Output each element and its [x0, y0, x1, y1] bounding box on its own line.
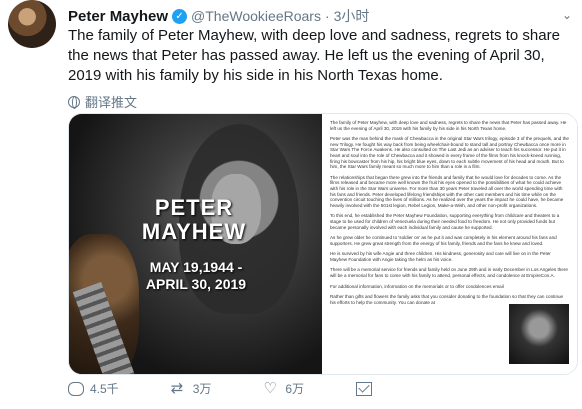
statement-document-image[interactable]: The family of Peter Mayhew, with deep lo…: [321, 114, 577, 374]
doc-paragraph: The relationships that began there grew …: [329, 174, 564, 208]
verified-badge-icon: ✓: [172, 8, 188, 24]
doc-paragraph: The family of Peter Mayhew, with deep lo…: [329, 120, 567, 131]
doc-photo: [509, 304, 569, 364]
translate-label: 翻译推文: [85, 95, 138, 110]
poster-title: PETER MAYHEW: [141, 195, 247, 244]
author-handle[interactable]: @TheWookieeRoars: [191, 8, 321, 24]
reply-icon: [68, 381, 84, 396]
doc-paragraph: To this end, he established the Peter Ma…: [329, 213, 560, 230]
author-avatar[interactable]: [8, 0, 56, 48]
poster-dates: MAY 19,1944 - APRIL 30, 2019: [145, 259, 247, 292]
tweet-media[interactable]: PETER MAYHEW MAY 19,1944 - APRIL 30, 201…: [68, 113, 578, 375]
caret-down-icon[interactable]: ⌄: [562, 8, 572, 22]
like-count: 6万: [285, 382, 305, 396]
tweet-text: The family of Peter Mayhew, with deep lo…: [68, 27, 560, 84]
doc-paragraph: There will be a memorial service for fri…: [329, 267, 568, 279]
reply-count: 4.5千: [90, 382, 119, 396]
tweet-timestamp[interactable]: 3小时: [334, 6, 370, 26]
tweet-header: Peter Mayhew ✓ @TheWookieeRoars · 3小时: [68, 6, 369, 26]
tweet-actions: 4.5千 3万 6万: [68, 379, 424, 397]
like-icon: [263, 379, 279, 397]
translate-tweet-link[interactable]: 翻译推文: [68, 92, 137, 111]
doc-paragraph: He is survived by his wife Angie and thr…: [329, 251, 551, 262]
direct-message-icon: [356, 381, 373, 396]
retweet-icon: [171, 379, 187, 397]
memorial-poster-image[interactable]: PETER MAYHEW MAY 19,1944 - APRIL 30, 201…: [69, 114, 322, 374]
direct-message-button[interactable]: [356, 381, 373, 396]
globe-icon: [68, 95, 80, 109]
doc-paragraph: Peter was the man behind the mask of Che…: [329, 136, 569, 170]
author-name[interactable]: Peter Mayhew: [68, 8, 168, 25]
retweet-count: 3万: [192, 382, 212, 396]
doc-paragraph: As he grew older he continued to 'soldie…: [329, 235, 557, 246]
retweet-button[interactable]: 3万: [171, 379, 212, 397]
doc-paragraph: For additional information, information …: [329, 283, 504, 289]
like-button[interactable]: 6万: [263, 379, 305, 397]
separator-dot: ·: [324, 8, 330, 24]
reply-button[interactable]: 4.5千: [68, 380, 119, 397]
